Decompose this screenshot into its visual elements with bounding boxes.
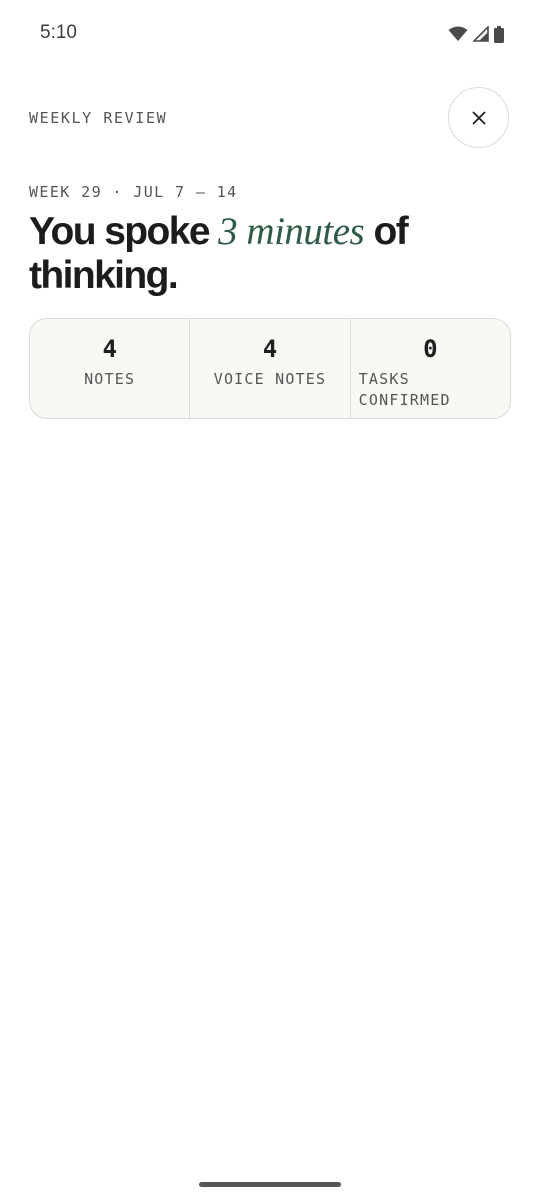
stat-voice-notes: 4 VOICE NOTES	[189, 319, 349, 418]
stats-card: 4 NOTES 4 VOICE NOTES 0 TASKS CONFIRMED	[29, 318, 511, 419]
status-icons	[448, 24, 504, 44]
status-bar: 5:10	[0, 0, 540, 68]
headline-prefix: You spoke	[29, 210, 219, 253]
stat-label: NOTES	[84, 370, 136, 388]
stat-label: TASKS CONFIRMED	[358, 370, 451, 409]
stat-notes: 4 NOTES	[30, 319, 189, 418]
home-indicator[interactable]	[199, 1182, 341, 1187]
cell-signal-icon	[473, 26, 489, 42]
status-time: 5:10	[40, 22, 77, 43]
headline-duration: 3 minutes	[218, 210, 365, 253]
stat-value: 0	[423, 335, 438, 363]
battery-icon	[494, 25, 504, 43]
close-icon	[472, 111, 486, 125]
page-header-label: WEEKLY REVIEW	[29, 109, 168, 127]
close-button[interactable]	[448, 87, 509, 148]
stat-value: 4	[102, 335, 117, 363]
stat-label: VOICE NOTES	[213, 370, 327, 388]
stat-tasks-confirmed: 0 TASKS CONFIRMED	[349, 319, 510, 418]
wifi-icon	[448, 26, 468, 42]
review-headline: You spoke 3 minutes of thinking.	[29, 210, 509, 298]
week-range-label: WEEK 29 · JUL 7 – 14	[29, 183, 238, 201]
stat-value: 4	[262, 335, 278, 363]
